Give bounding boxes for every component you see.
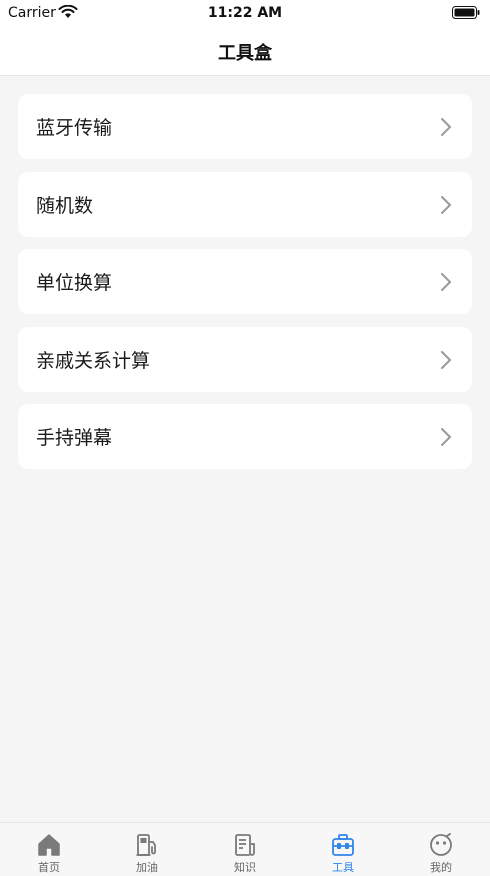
navigation-bar: 工具盒 bbox=[0, 28, 490, 76]
home-icon bbox=[38, 834, 60, 856]
tool-item-bluetooth-transfer[interactable]: 蓝牙传输 bbox=[18, 94, 472, 159]
chevron-right-icon bbox=[441, 195, 451, 214]
tab-label: 我的 bbox=[430, 861, 452, 874]
tab-bar: 首页 加油 知识 工具 我的 bbox=[0, 822, 490, 876]
tab-knowledge[interactable]: 知识 bbox=[196, 823, 294, 876]
tool-item-label: 手持弹幕 bbox=[36, 427, 113, 449]
document-icon bbox=[235, 834, 255, 856]
tab-mine[interactable]: 我的 bbox=[392, 823, 490, 876]
tool-list: 蓝牙传输 随机数 单位换算 亲戚关系计算 手持弹幕 bbox=[18, 94, 472, 482]
tool-item-label: 蓝牙传输 bbox=[36, 117, 113, 139]
tab-label: 首页 bbox=[38, 861, 60, 874]
tab-label: 工具 bbox=[332, 861, 354, 874]
chevron-right-icon bbox=[441, 118, 451, 136]
tool-item-label: 单位换算 bbox=[36, 272, 113, 294]
tab-tools[interactable]: 工具 bbox=[294, 823, 392, 876]
status-bar: Carrier 11:22 AM bbox=[0, 0, 490, 28]
tab-home[interactable]: 首页 bbox=[0, 823, 98, 876]
tool-item-label: 随机数 bbox=[36, 194, 94, 217]
chevron-right-icon bbox=[441, 273, 451, 291]
chevron-right-icon bbox=[441, 428, 451, 446]
smiley-icon bbox=[430, 833, 452, 856]
toolbox-icon bbox=[332, 834, 354, 856]
tab-label: 加油 bbox=[136, 861, 158, 874]
tab-fuel[interactable]: 加油 bbox=[98, 823, 196, 876]
battery-icon bbox=[452, 6, 480, 19]
fuel-pump-icon bbox=[136, 834, 156, 856]
tool-item-label: 亲戚关系计算 bbox=[36, 349, 151, 372]
tool-item-unit-conversion[interactable]: 单位换算 bbox=[18, 249, 472, 314]
status-time: 11:22 AM bbox=[207, 5, 283, 21]
tab-label: 知识 bbox=[234, 861, 256, 874]
tool-item-relative-calculator[interactable]: 亲戚关系计算 bbox=[18, 326, 472, 392]
tool-item-random-number[interactable]: 随机数 bbox=[18, 171, 472, 237]
page-title: 工具盒 bbox=[218, 42, 272, 64]
chevron-right-icon bbox=[441, 350, 451, 369]
tool-item-handheld-danmaku[interactable]: 手持弹幕 bbox=[18, 404, 472, 469]
